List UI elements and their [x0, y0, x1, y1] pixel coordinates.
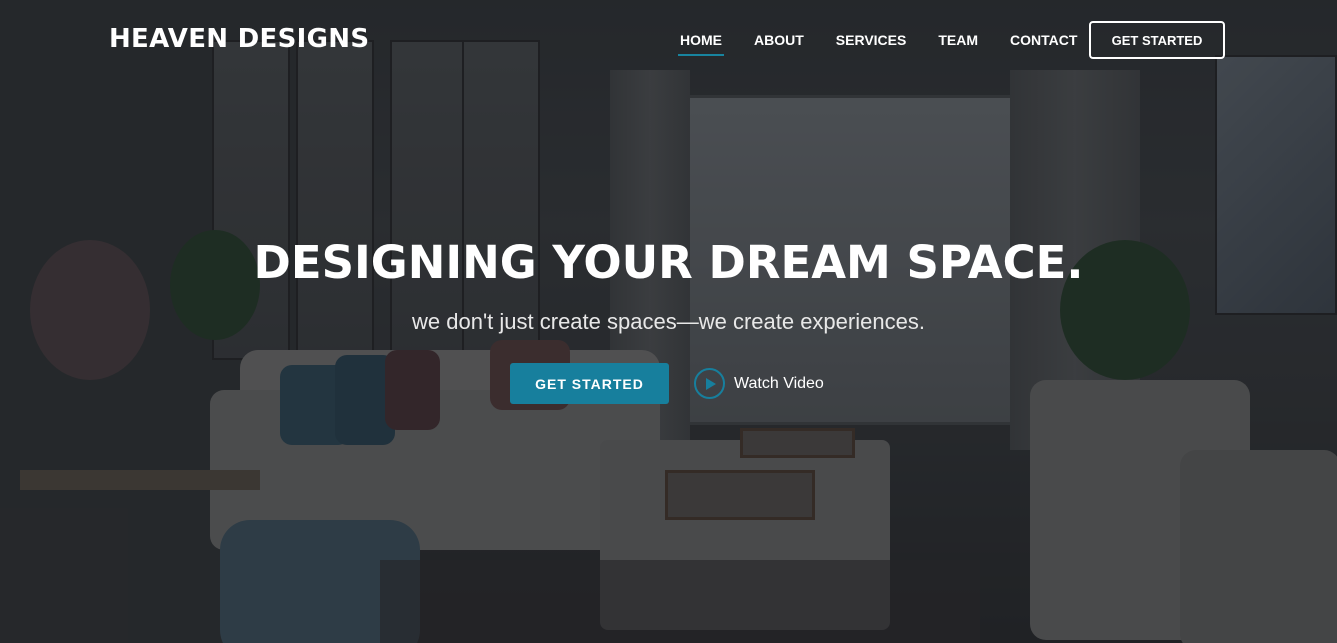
hero-get-started-button[interactable]: GET STARTED [510, 363, 669, 404]
nav-item-contact[interactable]: CONTACT [994, 28, 1093, 56]
site-header: HEAVEN DESIGNS HOME ABOUT SERVICES TEAM … [0, 0, 1337, 80]
brand-logo[interactable]: HEAVEN DESIGNS [109, 24, 369, 54]
main-nav: HOME ABOUT SERVICES TEAM CONTACT [664, 28, 1093, 56]
nav-item-about[interactable]: ABOUT [738, 28, 820, 56]
hero-title: DESIGNING YOUR DREAM SPACE. [253, 236, 1084, 289]
watch-video-label[interactable]: Watch Video [734, 375, 824, 393]
watch-video-link[interactable]: Watch Video [694, 368, 824, 399]
nav-item-services[interactable]: SERVICES [820, 28, 923, 56]
hero-subtitle: we don't just create spaces—we create ex… [412, 309, 925, 334]
play-icon[interactable] [694, 368, 725, 399]
nav-item-team[interactable]: TEAM [922, 28, 994, 56]
hero-section: HEAVEN DESIGNS HOME ABOUT SERVICES TEAM … [0, 0, 1337, 643]
nav-item-home[interactable]: HOME [664, 28, 738, 56]
header-get-started-button[interactable]: GET STARTED [1089, 21, 1225, 59]
